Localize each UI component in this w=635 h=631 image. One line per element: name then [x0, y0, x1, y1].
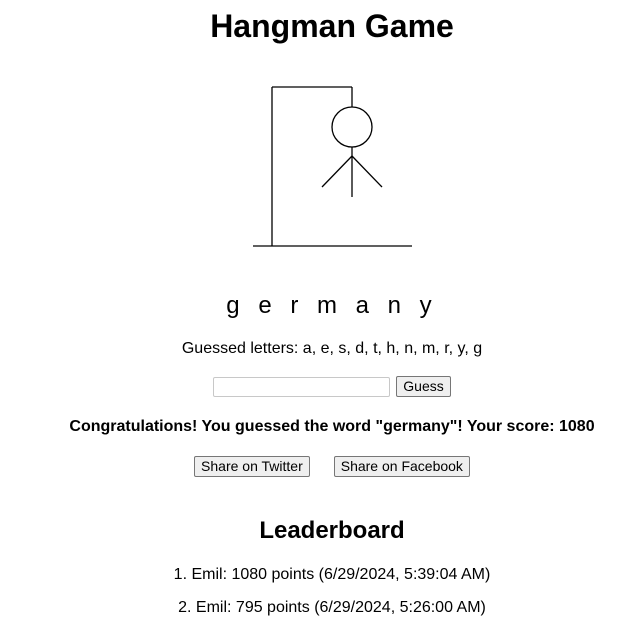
- leaderboard-entry: 2. Emil: 795 points (6/29/2024, 5:26:00 …: [178, 599, 486, 616]
- guessed-letters: Guessed letters: a, e, s, d, t, h, n, m,…: [181, 340, 483, 357]
- hangman-right-arm: [351, 155, 383, 188]
- leaderboard-title: Leaderboard: [259, 517, 405, 544]
- result-message: Congratulations! You guessed the word "g…: [69, 418, 595, 435]
- hangman-left-arm: [321, 155, 353, 188]
- word-display: g e r m a n y: [226, 292, 438, 319]
- page-title: Hangman Game: [210, 8, 454, 44]
- share-facebook-button[interactable]: Share on Facebook: [333, 456, 470, 477]
- guess-input[interactable]: [213, 376, 391, 397]
- guess-button[interactable]: Guess: [396, 376, 451, 397]
- share-buttons: Share on Twitter Share on Facebook: [0, 456, 635, 477]
- guess-form: Guess: [0, 376, 635, 397]
- leaderboard-entry: 1. Emil: 1080 points (6/29/2024, 5:39:04…: [173, 566, 491, 583]
- hangman-head: [331, 106, 373, 148]
- hangman-drawing: [253, 86, 412, 247]
- share-twitter-button[interactable]: Share on Twitter: [194, 456, 310, 477]
- leaderboard-list: 1. Emil: 1080 points (6/29/2024, 5:39:04…: [0, 565, 635, 631]
